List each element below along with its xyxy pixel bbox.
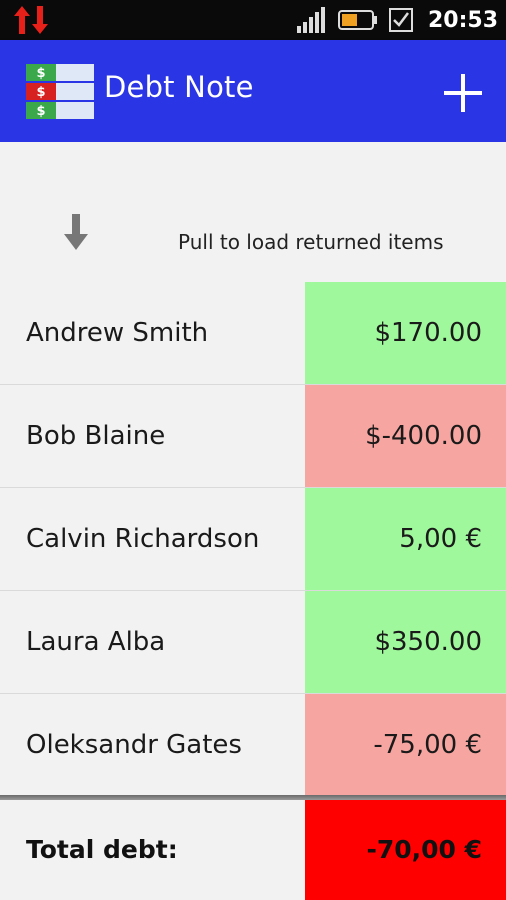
debt-amount: 5,00 € — [305, 488, 506, 590]
debtor-name: Calvin Richardson — [26, 524, 260, 554]
arrow-down-icon — [64, 214, 88, 250]
svg-text:$: $ — [36, 85, 45, 100]
debt-amount: $350.00 — [305, 591, 506, 693]
action-bar: $ $ $ Debt Note — [0, 40, 506, 142]
list-item[interactable]: Oleksandr Gates -75,00 € — [0, 694, 506, 797]
status-bar: 20:53 — [0, 0, 506, 40]
dollar-bills-icon: $ $ $ — [26, 64, 94, 119]
battery-icon — [337, 10, 377, 30]
pull-to-refresh-label: Pull to load returned items — [178, 230, 444, 254]
debt-amount: $-400.00 — [305, 385, 506, 487]
list-item[interactable]: Andrew Smith $170.00 — [0, 282, 506, 385]
svg-text:$: $ — [36, 66, 45, 81]
total-label: Total debt: — [26, 835, 178, 864]
pull-to-refresh[interactable]: Pull to load returned items — [0, 142, 506, 282]
add-debt-button[interactable] — [440, 70, 486, 116]
list-item[interactable]: Calvin Richardson 5,00 € — [0, 488, 506, 591]
notification-checkbox-icon — [388, 8, 413, 32]
list-item[interactable]: Laura Alba $350.00 — [0, 591, 506, 694]
app-title: Debt Note — [104, 70, 254, 104]
total-amount: -70,00 € — [305, 800, 506, 900]
debtor-name: Laura Alba — [26, 627, 166, 657]
debtor-name: Andrew Smith — [26, 318, 209, 348]
debt-amount: -75,00 € — [305, 694, 506, 796]
signal-icon — [296, 7, 325, 33]
status-time: 20:53 — [427, 7, 498, 33]
list-item[interactable]: Bob Blaine $-400.00 — [0, 385, 506, 488]
data-transfer-icon — [14, 6, 48, 34]
debtor-name: Oleksandr Gates — [26, 730, 242, 760]
debt-amount: $170.00 — [305, 282, 506, 384]
total-footer: Total debt: -70,00 € — [0, 800, 506, 900]
status-icons: 20:53 — [296, 0, 498, 40]
svg-text:$: $ — [36, 104, 45, 119]
debtor-name: Bob Blaine — [26, 421, 166, 451]
debt-list: Andrew Smith $170.00 Bob Blaine $-400.00… — [0, 282, 506, 797]
